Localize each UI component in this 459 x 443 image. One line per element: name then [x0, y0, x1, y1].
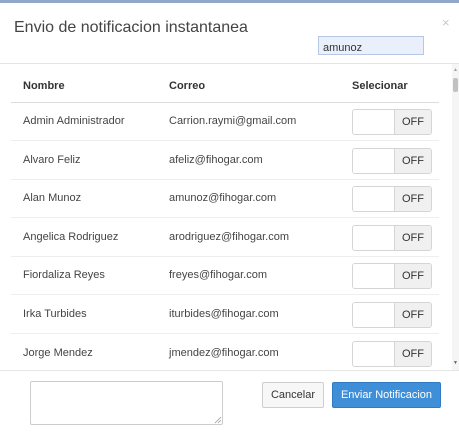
- select-toggle[interactable]: OFF: [352, 109, 432, 136]
- toggle-label: OFF: [395, 187, 431, 212]
- toggle-label: OFF: [395, 341, 431, 366]
- user-email: afeliz@fihogar.com: [157, 140, 340, 179]
- footer-divider: [0, 370, 459, 371]
- modal-title: Envio de notificacion instantanea: [14, 19, 248, 36]
- user-email: freyes@fihogar.com: [157, 255, 340, 295]
- select-cell: OFF: [340, 217, 439, 256]
- user-email: arodriguez@fihogar.com: [157, 217, 340, 256]
- table-row: Jorge Mendez jmendez@fihogar.com OFF: [11, 332, 439, 370]
- toggle-label: OFF: [395, 148, 431, 173]
- user-name: Irka Turbides: [11, 294, 157, 333]
- toggle-knob: [353, 187, 395, 212]
- toggle-label: OFF: [395, 110, 431, 135]
- scroll-up-icon[interactable]: ▲: [452, 68, 459, 73]
- select-cell: OFF: [340, 102, 439, 141]
- column-header-name: Nombre: [11, 64, 157, 103]
- user-name: Alvaro Feliz: [11, 140, 157, 179]
- send-notification-button[interactable]: Enviar Notificacion: [332, 382, 441, 408]
- user-email: iturbides@fihogar.com: [157, 294, 340, 333]
- select-toggle[interactable]: OFF: [352, 301, 432, 328]
- cancel-button[interactable]: Cancelar: [262, 382, 324, 408]
- table-row: Fiordaliza Reyes freyes@fihogar.com OFF: [11, 255, 439, 295]
- table-header-row: Nombre Correo Selecionar: [11, 64, 439, 103]
- select-cell: OFF: [340, 332, 439, 370]
- toggle-knob: [353, 110, 395, 135]
- toggle-label: OFF: [395, 225, 431, 250]
- user-table-container: Nombre Correo Selecionar Admin Administr…: [0, 64, 452, 370]
- select-toggle[interactable]: OFF: [352, 186, 432, 213]
- select-cell: OFF: [340, 178, 439, 218]
- toggle-label: OFF: [395, 264, 431, 289]
- select-toggle[interactable]: OFF: [352, 340, 432, 367]
- user-email: Carrion.raymi@gmail.com: [169, 115, 297, 128]
- toggle-knob: [353, 341, 395, 366]
- table-scrollbar[interactable]: ▲ ▼: [452, 64, 459, 370]
- window-top-border: [0, 0, 459, 3]
- select-toggle[interactable]: OFF: [352, 147, 432, 174]
- select-toggle[interactable]: OFF: [352, 263, 432, 290]
- toggle-knob: [353, 225, 395, 250]
- toggle-knob: [353, 302, 395, 327]
- select-cell: OFF: [340, 294, 439, 333]
- table-row: Irka Turbides iturbides@fihogar.com OFF: [11, 294, 439, 333]
- toggle-knob: [353, 148, 395, 173]
- table-row: Alvaro Feliz afeliz@fihogar.com OFF: [11, 140, 439, 179]
- user-name: Jorge Mendez: [11, 332, 157, 370]
- close-icon[interactable]: ×: [442, 16, 450, 29]
- table-row: Angelica Rodriguez arodriguez@fihogar.co…: [11, 217, 439, 256]
- message-textarea[interactable]: [30, 381, 223, 425]
- user-name: Admin Administrador: [23, 115, 125, 128]
- table-row: Admin Administrador Carrion.raymi@gmail.…: [11, 102, 439, 141]
- select-cell: OFF: [340, 255, 439, 295]
- user-email: amunoz@fihogar.com: [157, 178, 340, 218]
- column-header-select: Selecionar: [340, 64, 439, 103]
- toggle-knob: [353, 264, 395, 289]
- select-cell: OFF: [340, 140, 439, 179]
- scroll-down-icon[interactable]: ▼: [452, 361, 459, 366]
- user-email: jmendez@fihogar.com: [157, 332, 340, 370]
- column-header-email: Correo: [157, 64, 340, 103]
- toggle-label: OFF: [395, 302, 431, 327]
- user-name: Alan Munoz: [11, 178, 157, 218]
- table-row: Alan Munoz amunoz@fihogar.com OFF: [11, 178, 439, 218]
- user-table: Nombre Correo Selecionar Admin Administr…: [11, 64, 439, 370]
- search-input[interactable]: [318, 36, 424, 55]
- scrollbar-thumb[interactable]: [453, 78, 458, 92]
- user-name: Fiordaliza Reyes: [11, 255, 157, 295]
- select-toggle[interactable]: OFF: [352, 224, 432, 251]
- user-name: Angelica Rodriguez: [11, 217, 157, 256]
